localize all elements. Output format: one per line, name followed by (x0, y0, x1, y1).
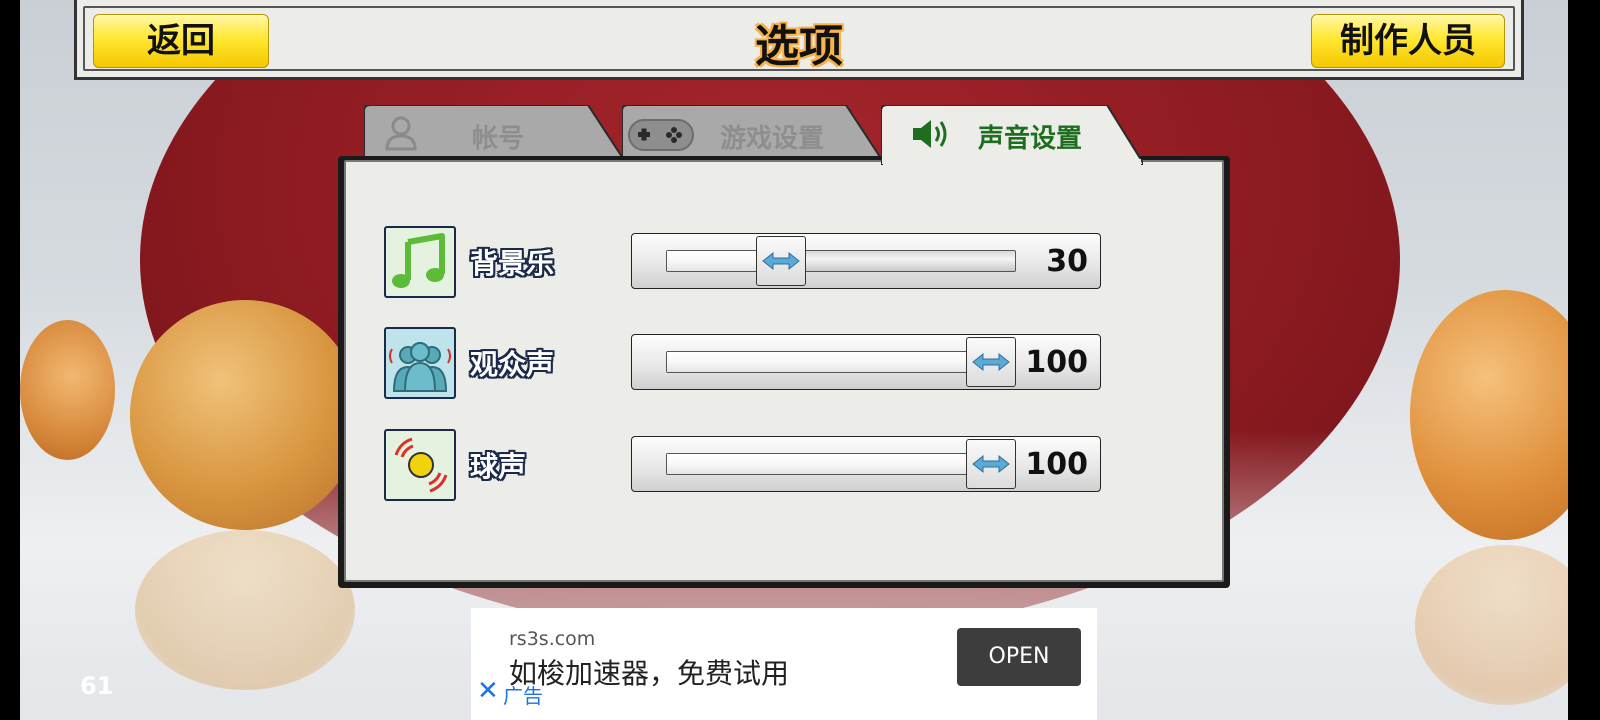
tab-sound-settings[interactable]: 声音设置 (881, 105, 1143, 165)
user-icon (385, 116, 417, 151)
audience-icon (384, 327, 456, 399)
ad-tag: 广告 (503, 684, 543, 708)
gamepad-icon (628, 119, 694, 151)
ball-decoration (20, 320, 115, 460)
speaker-icon (913, 120, 947, 148)
credits-button[interactable]: 制作人员 (1311, 14, 1505, 68)
slider-track (666, 250, 1016, 272)
tab-game-settings[interactable]: 游戏设置 (622, 105, 884, 163)
fps-counter: 61 (80, 672, 114, 700)
tab-game-settings-label: 游戏设置 (720, 124, 825, 154)
ad-domain: rs3s.com (509, 628, 596, 650)
slider-fill (667, 454, 992, 474)
ball-volume-value: 100 (1025, 447, 1088, 482)
horizontal-arrows-icon (972, 352, 1010, 372)
music-note-icon (384, 226, 456, 298)
ball-volume-slider[interactable]: 100 (631, 436, 1101, 492)
bgm-volume-slider[interactable]: 30 (631, 233, 1101, 289)
horizontal-arrows-icon (762, 251, 800, 271)
bgm-label: 背景乐 (470, 247, 555, 280)
tab-account-label: 帐号 (472, 124, 525, 154)
ball-sound-icon (384, 429, 456, 501)
audience-volume-value: 100 (1025, 345, 1088, 380)
slider-track (666, 453, 1016, 475)
ad-headline: 如梭加速器，免费试用 (509, 657, 790, 690)
ad-open-button[interactable]: OPEN (957, 628, 1081, 686)
top-bar: 返回 选项 制作人员 (74, 0, 1524, 80)
ball-sound-label: 球声 (470, 450, 527, 483)
ball-slider-thumb[interactable] (966, 439, 1016, 489)
slider-fill (667, 352, 992, 372)
page-title: 选项 (755, 21, 843, 72)
audience-label: 观众声 (470, 348, 555, 381)
tab-account[interactable]: 帐号 (364, 105, 626, 163)
ad-banner[interactable]: rs3s.com 如梭加速器，免费试用 OPEN ✕ 广告 (471, 608, 1097, 720)
audience-slider-thumb[interactable] (966, 337, 1016, 387)
ball-decoration (130, 300, 360, 530)
close-icon[interactable]: ✕ (477, 676, 499, 706)
audience-volume-slider[interactable]: 100 (631, 334, 1101, 390)
bgm-slider-thumb[interactable] (756, 236, 806, 286)
tab-sound-settings-label: 声音设置 (978, 124, 1083, 154)
slider-track (666, 351, 1016, 373)
bgm-volume-value: 30 (1046, 244, 1088, 279)
ball-reflection (135, 530, 355, 690)
horizontal-arrows-icon (972, 454, 1010, 474)
